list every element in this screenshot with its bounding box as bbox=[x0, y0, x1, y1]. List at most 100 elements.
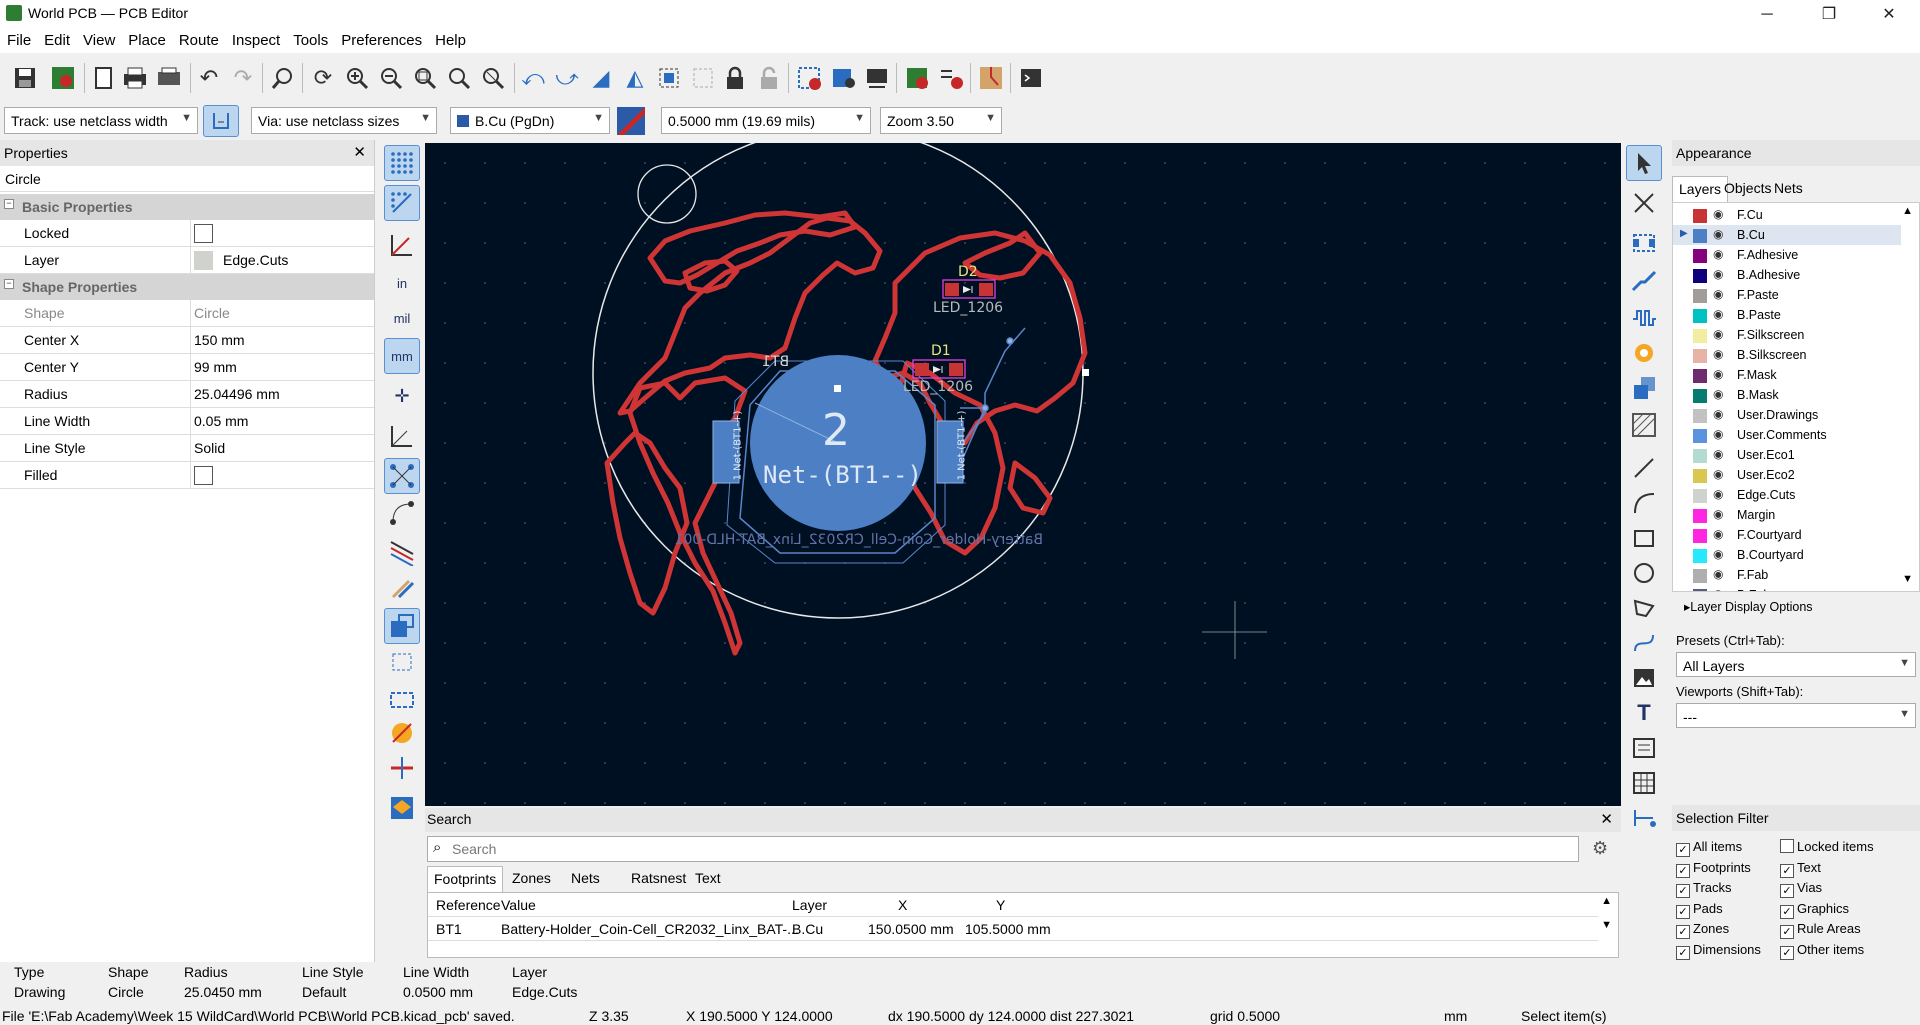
eye-icon[interactable]: ◉ bbox=[1713, 307, 1723, 321]
tab-nets[interactable]: Nets bbox=[565, 866, 606, 892]
search-input[interactable]: ⌕ Search bbox=[427, 836, 1579, 862]
filter-graphics[interactable]: ✓ Graphics bbox=[1780, 901, 1849, 919]
find-icon[interactable] bbox=[266, 61, 300, 95]
gear-icon[interactable]: ⚙ bbox=[1592, 838, 1608, 859]
layer-value[interactable]: Edge.Cuts bbox=[223, 252, 288, 268]
checkbox[interactable]: ✓ bbox=[1676, 843, 1690, 857]
menu-route[interactable]: Route bbox=[172, 29, 225, 49]
high-contrast-icon[interactable] bbox=[384, 570, 420, 606]
eye-icon[interactable]: ◉ bbox=[1713, 567, 1723, 581]
layer-color-swatch[interactable] bbox=[1693, 529, 1707, 543]
tab-footprints[interactable]: Footprints bbox=[427, 866, 504, 892]
eye-icon[interactable]: ◉ bbox=[1713, 587, 1723, 591]
eye-icon[interactable]: ◉ bbox=[1713, 447, 1723, 461]
minimize-button[interactable]: ─ bbox=[1744, 0, 1790, 29]
group-icon[interactable] bbox=[652, 61, 686, 95]
menu-help[interactable]: Help bbox=[428, 29, 472, 49]
footprint-editor-icon[interactable] bbox=[860, 61, 894, 95]
drc-icon[interactable] bbox=[934, 61, 968, 95]
layer-color-swatch[interactable] bbox=[1693, 369, 1707, 383]
scroll-down-icon[interactable]: ▼ bbox=[1902, 573, 1913, 585]
polar-coords-icon[interactable] bbox=[384, 227, 420, 263]
eye-icon[interactable]: ◉ bbox=[1713, 347, 1723, 361]
ungroup-icon[interactable] bbox=[686, 61, 720, 95]
menu-tools[interactable]: Tools bbox=[286, 29, 334, 49]
add-textbox-icon[interactable] bbox=[1626, 730, 1662, 766]
layer-row[interactable]: ◉ F.Fab bbox=[1673, 565, 1898, 585]
layer-color-swatch[interactable] bbox=[1693, 569, 1707, 583]
grid-overrides-icon[interactable] bbox=[384, 185, 420, 221]
eye-icon[interactable]: ◉ bbox=[1713, 487, 1723, 501]
curved-ratsnest-icon[interactable] bbox=[384, 495, 420, 531]
add-table-icon[interactable] bbox=[1626, 765, 1662, 801]
collapse-icon[interactable]: − bbox=[4, 279, 14, 289]
checkbox[interactable]: ✓ bbox=[1780, 925, 1794, 939]
filter-other-items[interactable]: ✓ Other items bbox=[1780, 942, 1864, 960]
zones-fill-icon[interactable] bbox=[384, 608, 420, 644]
layer-row[interactable]: ◉ F.Adhesive bbox=[1673, 245, 1898, 265]
router-icon[interactable] bbox=[974, 61, 1008, 95]
filter-pads[interactable]: ✓ Pads bbox=[1676, 901, 1723, 919]
filter-text[interactable]: ✓ Text bbox=[1780, 860, 1821, 878]
save-icon[interactable] bbox=[8, 61, 42, 95]
locked-checkbox[interactable] bbox=[194, 224, 213, 243]
eye-icon[interactable]: ◉ bbox=[1713, 227, 1723, 241]
scripting-icon[interactable] bbox=[900, 61, 934, 95]
layer-color-swatch[interactable] bbox=[1693, 469, 1707, 483]
add-text-icon[interactable]: T bbox=[1626, 695, 1662, 731]
filter-all-items[interactable]: ✓ All items bbox=[1676, 839, 1742, 857]
zoom-select[interactable]: Zoom 3.50 ▼ bbox=[880, 107, 1002, 134]
filter-rule-areas[interactable]: ✓ Rule Areas bbox=[1780, 921, 1861, 939]
filled-checkbox[interactable] bbox=[194, 466, 213, 485]
filter-zones[interactable]: ✓ Zones bbox=[1676, 921, 1729, 939]
scroll-down-icon[interactable]: ▼ bbox=[1601, 919, 1612, 931]
layer-color-swatch[interactable] bbox=[1693, 549, 1707, 563]
zoom-objects-icon[interactable] bbox=[442, 61, 476, 95]
eye-icon[interactable]: ◉ bbox=[1713, 507, 1723, 521]
layer-row[interactable]: ◉ B.Courtyard bbox=[1673, 545, 1898, 565]
checkbox[interactable]: ✓ bbox=[1676, 863, 1690, 878]
basic-properties-header[interactable]: − Basic Properties bbox=[0, 194, 374, 220]
eye-icon[interactable]: ◉ bbox=[1713, 387, 1723, 401]
layer-display-options-toggle[interactable]: ▸Layer Display Options bbox=[1684, 599, 1813, 614]
print-icon[interactable] bbox=[118, 61, 152, 95]
console-icon[interactable] bbox=[1014, 61, 1048, 95]
layer-color-swatch[interactable] bbox=[1693, 509, 1707, 523]
filter-tracks[interactable]: ✓ Tracks bbox=[1676, 880, 1732, 898]
layer-row[interactable]: ◉ User.Comments bbox=[1673, 425, 1898, 445]
draw-polygon-icon[interactable] bbox=[1626, 590, 1662, 626]
plot-icon[interactable] bbox=[152, 61, 186, 95]
lock-icon[interactable] bbox=[718, 61, 752, 95]
layer-row[interactable]: ◉ User.Eco2 bbox=[1673, 465, 1898, 485]
eye-icon[interactable]: ◉ bbox=[1713, 467, 1723, 481]
checkbox[interactable]: ✓ bbox=[1780, 884, 1794, 898]
layer-color-swatch[interactable] bbox=[1693, 449, 1707, 463]
layer-color-swatch[interactable] bbox=[1693, 289, 1707, 303]
mils-units-icon[interactable]: mil bbox=[384, 300, 420, 336]
eye-icon[interactable]: ◉ bbox=[1713, 527, 1723, 541]
layer-color-swatch[interactable] bbox=[1693, 269, 1707, 283]
zoom-fit-icon[interactable] bbox=[408, 61, 442, 95]
shape-properties-header[interactable]: − Shape Properties bbox=[0, 274, 374, 300]
collapse-icon[interactable]: − bbox=[4, 199, 14, 209]
tab-ratsnest[interactable]: Ratsnest bbox=[625, 866, 692, 892]
filter-vias[interactable]: ✓ Vias bbox=[1780, 880, 1822, 898]
layer-select[interactable]: B.Cu (PgDn) ▼ bbox=[450, 107, 610, 134]
property-row-line-style[interactable]: Line Style Solid bbox=[0, 435, 374, 462]
layer-row[interactable]: ◉ F.Mask bbox=[1673, 365, 1898, 385]
layer-color-swatch[interactable] bbox=[1693, 589, 1707, 591]
layer-color-swatch[interactable] bbox=[1693, 389, 1707, 403]
menu-edit[interactable]: Edit bbox=[37, 29, 76, 49]
track-display-icon[interactable] bbox=[384, 750, 420, 786]
layer-row[interactable]: ◉ User.Eco1 bbox=[1673, 445, 1898, 465]
checkbox[interactable]: ✓ bbox=[1676, 945, 1690, 960]
zoom-out-icon[interactable] bbox=[374, 61, 408, 95]
layer-color-swatch[interactable] bbox=[1693, 409, 1707, 423]
menu-inspect[interactable]: Inspect bbox=[225, 29, 286, 49]
layer-color-swatch[interactable] bbox=[1693, 249, 1707, 263]
flip-icon[interactable]: ◢ bbox=[584, 61, 618, 95]
redo-icon[interactable]: ↷ bbox=[226, 61, 260, 95]
unlock-icon[interactable] bbox=[752, 61, 786, 95]
filter-locked-items[interactable]: Locked items bbox=[1780, 839, 1874, 854]
select-arrow-icon[interactable] bbox=[1626, 145, 1662, 181]
